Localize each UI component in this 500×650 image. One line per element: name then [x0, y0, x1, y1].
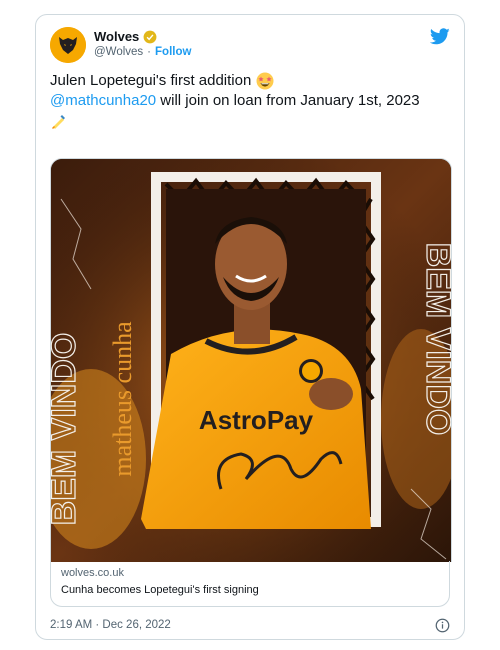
mention-link[interactable]: @mathcunha20: [50, 92, 156, 109]
tweet-text-line1: Julen Lopetegui's first addition: [50, 72, 252, 89]
link-title[interactable]: Cunha becomes Lopetegui's first signing: [61, 584, 439, 596]
follow-button[interactable]: Follow: [155, 46, 191, 58]
verified-badge-icon: [143, 30, 157, 43]
handle[interactable]: @Wolves: [94, 46, 143, 58]
tweet-image[interactable]: AstroPay matheus cunha BEM VINDO BEM VIN…: [50, 158, 452, 562]
separator-dot: ·: [147, 46, 152, 58]
writing-hand-emoji-icon: [52, 115, 65, 130]
tweet-text: Julen Lopetegui's first addition @mathcu…: [50, 71, 450, 131]
info-icon[interactable]: [435, 618, 450, 633]
display-name[interactable]: Wolves: [94, 29, 139, 44]
player-name-vertical: matheus cunha: [108, 321, 137, 477]
tweet-card[interactable]: Wolves @Wolves · Follow Julen Lopetegui'…: [35, 14, 465, 640]
tweet-timestamp[interactable]: 2:19 AM · Dec 26, 2022: [50, 619, 171, 631]
link-card[interactable]: wolves.co.uk Cunha becomes Lopetegui's f…: [50, 561, 450, 607]
link-domain: wolves.co.uk: [61, 567, 124, 579]
wolves-logo-icon[interactable]: [50, 27, 86, 63]
tweet-text-line2: will join on loan from January 1st, 2023: [156, 92, 420, 109]
bem-vindo-right: BEM VINDO: [419, 243, 451, 436]
twitter-bird-icon[interactable]: [430, 28, 450, 45]
bem-vindo-left: BEM VINDO: [51, 333, 83, 526]
shirt-sponsor: AstroPay: [199, 405, 314, 435]
star-struck-emoji-icon: [256, 72, 273, 90]
